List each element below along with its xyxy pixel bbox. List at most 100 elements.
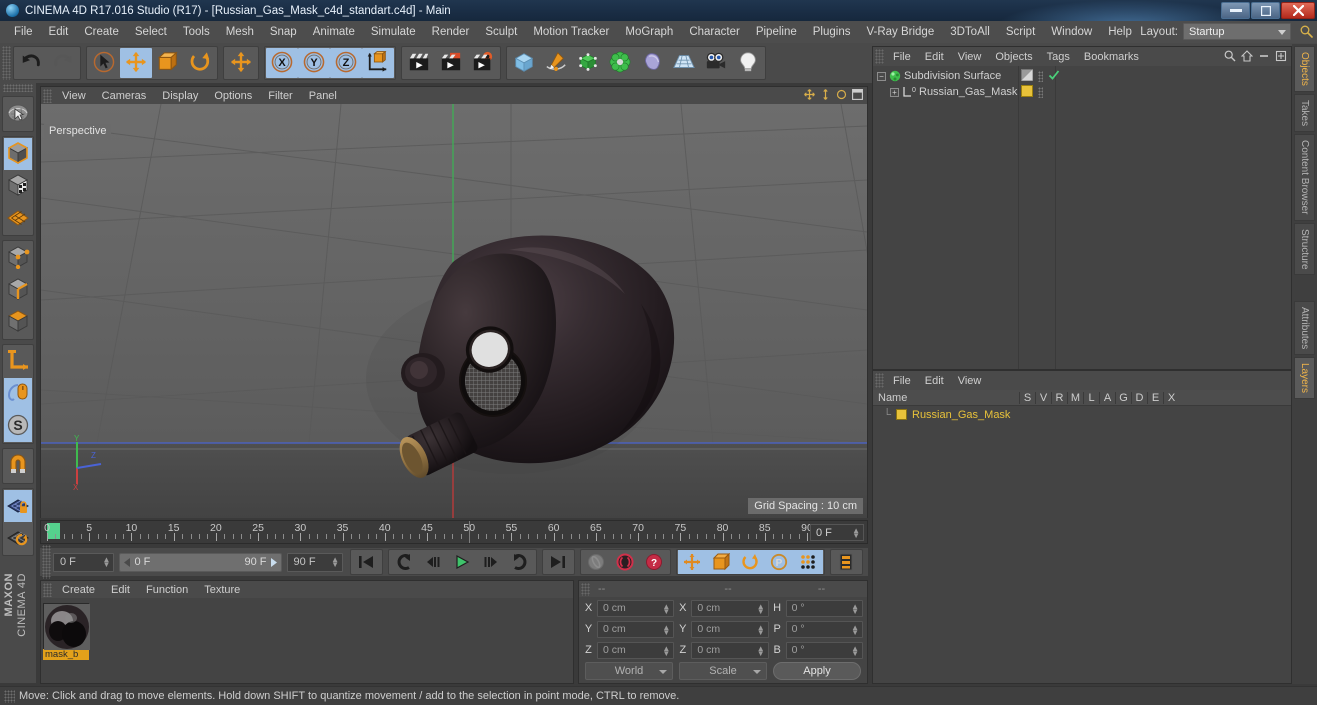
menu-item-edit[interactable]: Edit — [41, 23, 77, 41]
column-e[interactable]: E — [1147, 392, 1163, 404]
spinner-icon[interactable]: ▲▼ — [851, 646, 859, 656]
minimize-icon[interactable] — [1258, 50, 1270, 65]
column-d[interactable]: D — [1131, 392, 1147, 404]
spinner-icon[interactable]: ▲▼ — [662, 625, 670, 635]
menu-item-snap[interactable]: Snap — [262, 23, 305, 41]
polygons-mode-button[interactable] — [4, 306, 32, 338]
visibility-dots-icon[interactable] — [1038, 87, 1043, 98]
points-mode-button[interactable] — [4, 242, 32, 274]
vertical-tab-objects[interactable]: Objects — [1294, 46, 1315, 92]
maximize-button[interactable] — [1251, 2, 1280, 19]
menu-item-tools[interactable]: Tools — [175, 23, 218, 41]
menu-item-mograph[interactable]: MoGraph — [617, 23, 681, 41]
lock-y-axis[interactable]: Y — [298, 48, 330, 78]
menu-item-window[interactable]: Window — [1043, 23, 1100, 41]
material-menu-function[interactable]: Function — [138, 583, 196, 597]
left-toolbar-grip[interactable] — [3, 84, 33, 92]
menu-item-v-ray-bridge[interactable]: V-Ray Bridge — [858, 23, 942, 41]
live-selection-tool[interactable] — [4, 98, 32, 130]
menu-item-simulate[interactable]: Simulate — [363, 23, 424, 41]
viewport-menu-options[interactable]: Options — [206, 89, 260, 103]
vertical-tab-content-browser[interactable]: Content Browser — [1294, 134, 1315, 220]
zoom-icon[interactable] — [820, 89, 831, 103]
add-spline-button[interactable] — [540, 48, 572, 78]
position-key-button[interactable] — [678, 550, 707, 574]
go-to-start-button[interactable] — [352, 550, 381, 574]
menu-item-create[interactable]: Create — [76, 23, 127, 41]
menu-item-motion-tracker[interactable]: Motion Tracker — [525, 23, 617, 41]
timeline-playhead[interactable] — [469, 521, 470, 543]
uv-mesh-button[interactable] — [4, 202, 32, 234]
menu-item-help[interactable]: Help — [1100, 23, 1140, 41]
layer-row[interactable]: └Russian_Gas_Mask — [873, 406, 1291, 423]
minimize-button[interactable] — [1221, 2, 1250, 19]
visibility-dots-icon[interactable] — [1038, 71, 1043, 82]
dynamic-place-tool[interactable] — [225, 48, 257, 78]
viewport-menu-view[interactable]: View — [54, 89, 94, 103]
menu-item-pipeline[interactable]: Pipeline — [748, 23, 805, 41]
viewport-canvas[interactable]: Perspective Grid Spacing : 10 cm Y X Z — [41, 104, 867, 518]
object-menu-bookmarks[interactable]: Bookmarks — [1077, 50, 1146, 64]
add-light-button[interactable] — [732, 48, 764, 78]
object-menu-view[interactable]: View — [951, 50, 989, 64]
apply-button[interactable]: Apply — [773, 662, 861, 680]
menu-item-plugins[interactable]: Plugins — [805, 23, 859, 41]
column-x[interactable]: X — [1163, 392, 1179, 404]
search-icon[interactable] — [1224, 50, 1236, 65]
spinner-icon[interactable]: ▲▼ — [851, 625, 859, 635]
spinner-icon[interactable]: ▲▼ — [662, 604, 670, 614]
object-axis-mode-button[interactable] — [4, 346, 32, 378]
render-settings-button[interactable] — [467, 48, 499, 78]
timeline-frame-field[interactable]: 0 F ▲▼ — [810, 524, 864, 541]
vertical-tab-takes[interactable]: Takes — [1294, 94, 1315, 132]
coordinates-grip[interactable] — [581, 583, 590, 596]
object-menu-objects[interactable]: Objects — [988, 50, 1039, 64]
current-frame-field[interactable]: 0 F ▲▼ — [53, 553, 114, 572]
timeline-ruler-panel[interactable]: 051015202530354045505560657075808590 0 F… — [40, 520, 868, 544]
workplane-lock-button[interactable] — [4, 490, 32, 522]
viewport-menu-display[interactable]: Display — [154, 89, 206, 103]
search-icon[interactable] — [1300, 25, 1313, 41]
yellow-material-tag-icon[interactable] — [1021, 85, 1033, 100]
material-menu-edit[interactable]: Edit — [103, 583, 138, 597]
size-input[interactable]: 0 cm▲▼ — [691, 621, 768, 638]
object-menu-file[interactable]: File — [886, 50, 918, 64]
expand-collapse-icon[interactable]: − — [877, 72, 886, 81]
scale-key-button[interactable] — [707, 550, 736, 574]
point-level-animation-button[interactable] — [794, 550, 823, 574]
autokeying-button[interactable] — [611, 550, 640, 574]
coordinate-system-dropdown[interactable]: World — [585, 662, 673, 680]
layer-manager-grip[interactable] — [875, 373, 884, 388]
move-tool[interactable] — [120, 48, 152, 78]
lock-z-axis[interactable]: Z — [330, 48, 362, 78]
viewport-menu-cameras[interactable]: Cameras — [94, 89, 155, 103]
spinner-icon[interactable]: ▲▼ — [757, 604, 765, 614]
rotation-key-button[interactable] — [736, 550, 765, 574]
render-view-button[interactable] — [403, 48, 435, 78]
enable-snap-button[interactable]: S — [4, 410, 32, 442]
object-menu-edit[interactable]: Edit — [918, 50, 951, 64]
menu-item-3dtoall[interactable]: 3DToAll — [942, 23, 998, 41]
redo-button[interactable] — [47, 48, 79, 78]
column-s[interactable]: S — [1019, 392, 1035, 404]
end-frame-field[interactable]: 90 F ▲▼ — [287, 553, 343, 572]
material-item[interactable]: mask_b — [43, 603, 91, 661]
menu-item-select[interactable]: Select — [127, 23, 175, 41]
object-menu-tags[interactable]: Tags — [1040, 50, 1077, 64]
size-input[interactable]: 0 cm▲▼ — [691, 600, 768, 617]
next-frame-button[interactable] — [477, 550, 506, 574]
object-manager-row[interactable]: +0Russian_Gas_Mask — [873, 84, 1291, 100]
viewport-menu-panel[interactable]: Panel — [301, 89, 345, 103]
viewport-grip[interactable] — [43, 89, 52, 103]
column-m[interactable]: M — [1067, 392, 1083, 404]
spinner-icon[interactable]: ▲▼ — [851, 604, 859, 614]
vertical-tab-structure[interactable]: Structure — [1294, 223, 1315, 276]
viewport-menu-filter[interactable]: Filter — [260, 89, 300, 103]
material-menu-texture[interactable]: Texture — [196, 583, 248, 597]
layout-dropdown[interactable]: Startup — [1183, 23, 1291, 40]
maximize-view-icon[interactable] — [852, 89, 863, 103]
material-thumbnail[interactable] — [43, 603, 89, 649]
toolbar-grip[interactable] — [2, 46, 11, 80]
column-l[interactable]: L — [1083, 392, 1099, 404]
keyframe-selection-button[interactable]: ? — [640, 550, 669, 574]
